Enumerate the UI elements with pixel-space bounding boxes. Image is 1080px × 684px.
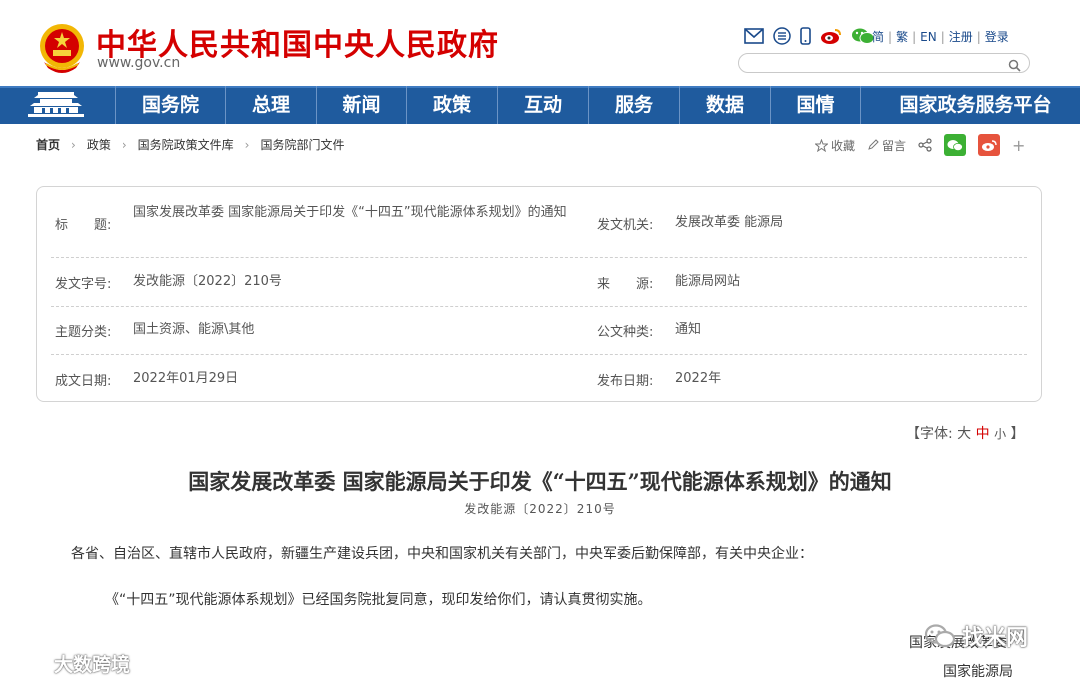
info-row: 标 题: 国家发展改革委 国家能源局关于印发《“十四五”现代能源体系规划》的通知… [51, 187, 1027, 258]
info-row: 主题分类: 国土资源、能源\其他 公文种类: 通知 [51, 306, 1027, 355]
share-icon[interactable] [918, 138, 932, 152]
pencil-icon [868, 139, 879, 150]
nav-item-policy[interactable]: 政策 [406, 86, 497, 124]
font-size-switcher: 【字体: 大 中 小 】 [906, 423, 1025, 443]
lang-english-link[interactable]: EN [920, 30, 937, 44]
topic-label: 主题分类: [55, 325, 112, 340]
info-row: 发文字号: 发改能源〔2022〕210号 来 源: 能源局网站 [51, 257, 1027, 307]
favorite-label: 收藏 [831, 138, 856, 153]
doctype-label: 公文种类: [597, 325, 654, 340]
main-nav: 国务院 总理 新闻 政策 互动 服务 数据 国情 国家政务服务平台 [115, 86, 1080, 124]
watermark-left-text: 大数跨境 [54, 654, 131, 676]
chevron-right-icon: › [121, 137, 127, 152]
nav-item-interaction[interactable]: 互动 [497, 86, 588, 124]
breadcrumb-department-docs[interactable]: 国务院部门文件 [260, 136, 344, 153]
issuer-value: 发展改革委 能源局 [675, 215, 784, 230]
site-url[interactable]: www.gov.cn [97, 55, 180, 71]
document-info-table: 标 题: 国家发展改革委 国家能源局关于印发《“十四五”现代能源体系规划》的通知… [36, 186, 1042, 402]
wechat-watermark-icon [924, 624, 956, 648]
divider: | [912, 29, 917, 44]
chevron-right-icon: › [71, 137, 76, 152]
font-size-prefix: 【字体: [906, 426, 953, 442]
title-value: 国家发展改革委 国家能源局关于印发《“十四五”现代能源体系规划》的通知 [133, 205, 567, 220]
watermark-left: 大数跨境 [8, 650, 130, 677]
body-paragraph: 《“十四五”现代能源体系规划》已经国务院批复同意，现印发给你们，请认真贯彻实施。 [105, 592, 652, 608]
article-tools: 收藏 留言 + [815, 134, 1025, 156]
watermark-logo-icon [10, 653, 49, 671]
favorite-button[interactable]: 收藏 [815, 137, 855, 154]
mail-icon[interactable] [744, 28, 764, 44]
nav-item-premier[interactable]: 总理 [225, 86, 316, 124]
divider: | [888, 29, 893, 44]
nav-item-news[interactable]: 新闻 [316, 86, 406, 124]
nav-home-icon[interactable] [0, 86, 115, 124]
docno-label: 发文字号: [55, 277, 112, 292]
divider: | [940, 29, 945, 44]
national-emblem-icon[interactable] [36, 22, 88, 76]
top-icon-bar [744, 26, 875, 46]
divider: | [976, 29, 981, 44]
star-icon [815, 138, 828, 152]
login-link[interactable]: 登录 [985, 28, 1009, 45]
breadcrumb: 首页 › 政策 › 国务院政策文件库 › 国务院部门文件 [36, 136, 345, 153]
lang-simplified-link[interactable]: 简 [872, 28, 884, 45]
nav-item-national-info[interactable]: 国情 [770, 86, 860, 124]
lang-traditional-link[interactable]: 繁 [896, 28, 908, 45]
weibo-icon[interactable] [820, 27, 842, 45]
breadcrumb-policy-library[interactable]: 国务院政策文件库 [138, 136, 234, 153]
created-date-value: 2022年01月29日 [133, 371, 239, 386]
search-input[interactable] [738, 53, 1030, 73]
title-label: 标 题: [55, 218, 112, 233]
chevron-right-icon: › [244, 137, 250, 152]
signature-nea: 国家能源局 [943, 664, 1013, 680]
breadcrumb-policy[interactable]: 政策 [87, 136, 111, 153]
watermark-right: 找米网 [924, 620, 1028, 652]
register-link[interactable]: 注册 [949, 28, 973, 45]
nav-item-services[interactable]: 服务 [588, 86, 679, 124]
doctype-value: 通知 [675, 322, 702, 337]
comment-label: 留言 [882, 138, 907, 153]
nav-item-data[interactable]: 数据 [679, 86, 770, 124]
mobile-icon[interactable] [800, 27, 811, 45]
docno-value: 发改能源〔2022〕210号 [133, 274, 282, 289]
rss-icon[interactable] [773, 27, 791, 45]
published-date-value: 2022年 [675, 371, 722, 386]
source-label: 来 源: [597, 277, 654, 292]
nav-item-state-council[interactable]: 国务院 [115, 86, 225, 124]
font-size-medium[interactable]: 中 [976, 426, 990, 442]
font-size-large[interactable]: 大 [957, 426, 971, 442]
more-share-button[interactable]: + [1012, 136, 1025, 155]
weibo-share-icon[interactable] [978, 134, 1001, 156]
watermark-right-text: 找米网 [962, 626, 1029, 651]
topic-value: 国土资源、能源\其他 [133, 322, 255, 337]
font-size-small[interactable]: 小 [994, 427, 1006, 441]
document-number: 发改能源〔2022〕210号 [464, 502, 616, 516]
breadcrumb-home[interactable]: 首页 [36, 136, 60, 153]
published-date-label: 发布日期: [597, 374, 654, 389]
body-paragraph: 各省、自治区、直辖市人民政府，新疆生产建设兵团，中央和国家机关有关部门，中央军委… [71, 546, 813, 562]
issuer-label: 发文机关: [597, 218, 654, 233]
document-title: 国家发展改革委 国家能源局关于印发《“十四五”现代能源体系规划》的通知 [188, 469, 892, 494]
comment-button[interactable]: 留言 [867, 137, 906, 154]
top-links: 简 | 繁 | EN | 注册 | 登录 [872, 28, 1009, 45]
source-value: 能源局网站 [675, 274, 741, 289]
created-date-label: 成文日期: [55, 374, 112, 389]
wechat-share-icon[interactable] [944, 134, 967, 156]
search-icon[interactable] [1008, 57, 1021, 76]
nav-item-service-platform[interactable]: 国家政务服务平台 [860, 86, 1080, 124]
info-row: 成文日期: 2022年01月29日 发布日期: 2022年 [51, 354, 1027, 401]
font-size-suffix: 】 [1010, 426, 1025, 442]
